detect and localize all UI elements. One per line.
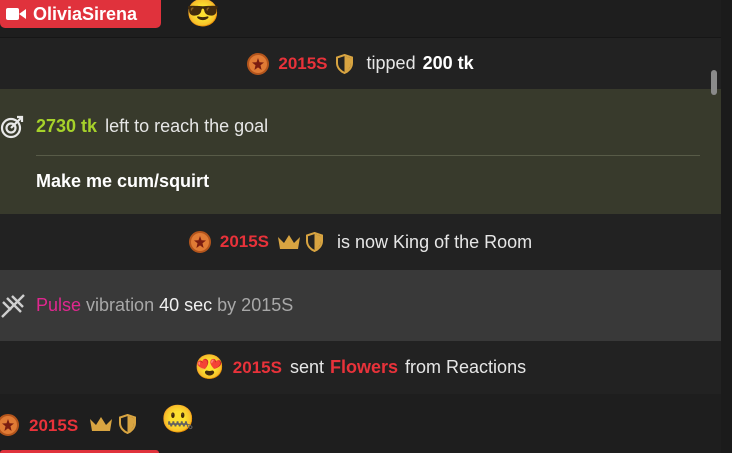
goal-remaining-amount: 2730 tk: [36, 116, 98, 136]
reaction-notice: 😍 2015S sent Flowers from Reactions: [0, 341, 721, 394]
model-name: OliviaSirena: [33, 3, 138, 24]
tip-amount: 200 tk: [422, 53, 474, 73]
king-notice: 2015S is now King of the Room: [0, 214, 721, 270]
tip-notice: 2015S tipped 200 tk: [0, 38, 721, 89]
shield-icon: [335, 53, 353, 74]
sunglasses-emoji: 😎: [186, 0, 220, 28]
scrollbar-thumb[interactable]: [711, 70, 717, 95]
vibration-line: Pulse vibration 40 sec by 2015S: [36, 295, 293, 316]
goal-title: Make me cum/squirt: [36, 171, 210, 191]
vibration-by-user: by 2015S: [217, 295, 294, 315]
heart-eyes-emoji: 😍: [194, 353, 225, 381]
goal-progress-line: 2730 tk left to reach the goal: [36, 116, 268, 137]
shield-icon: [306, 232, 324, 252]
chat-message-row: 2015S 🤐: [0, 394, 721, 453]
king-username[interactable]: 2015S: [220, 232, 269, 252]
reaction-source: from Reactions: [405, 357, 527, 377]
tip-action: tipped: [366, 53, 416, 73]
reaction-item: Flowers: [330, 357, 399, 377]
reaction-username[interactable]: 2015S: [233, 358, 282, 378]
scrollbar-track[interactable]: [721, 0, 732, 453]
vibration-duration: 40 sec: [159, 295, 213, 315]
zipper-mouth-emoji: 🤐: [161, 404, 195, 434]
vibration-word: vibration: [86, 295, 155, 315]
target-icon: [0, 115, 24, 139]
tipper-username[interactable]: 2015S: [278, 54, 327, 74]
shield-icon: [119, 414, 136, 434]
user-level-icon: [188, 231, 211, 253]
goal-panel: 2730 tk left to reach the goal Make me c…: [0, 89, 721, 214]
chat-message-row: OliviaSirena 😎: [0, 0, 721, 37]
model-name-badge[interactable]: OliviaSirena: [0, 0, 161, 28]
camera-icon: [6, 8, 26, 20]
goal-divider: [36, 155, 700, 156]
user-level-icon: [0, 414, 19, 436]
vibration-off-icon: [1, 294, 25, 318]
goal-remaining-label: left to reach the goal: [105, 116, 269, 136]
vibration-notice: Pulse vibration 40 sec by 2015S: [0, 270, 721, 341]
reaction-sent-word: sent: [289, 357, 324, 377]
crown-icon: [90, 417, 112, 431]
crown-icon: [278, 235, 301, 249]
message-username[interactable]: 2015S: [29, 416, 78, 436]
chat-feed: OliviaSirena 😎 2015S tipped 200 tk 2730 …: [0, 0, 721, 453]
king-text: is now King of the Room: [337, 231, 533, 252]
user-level-icon: [247, 52, 270, 75]
toy-brand: Pulse: [36, 295, 82, 315]
